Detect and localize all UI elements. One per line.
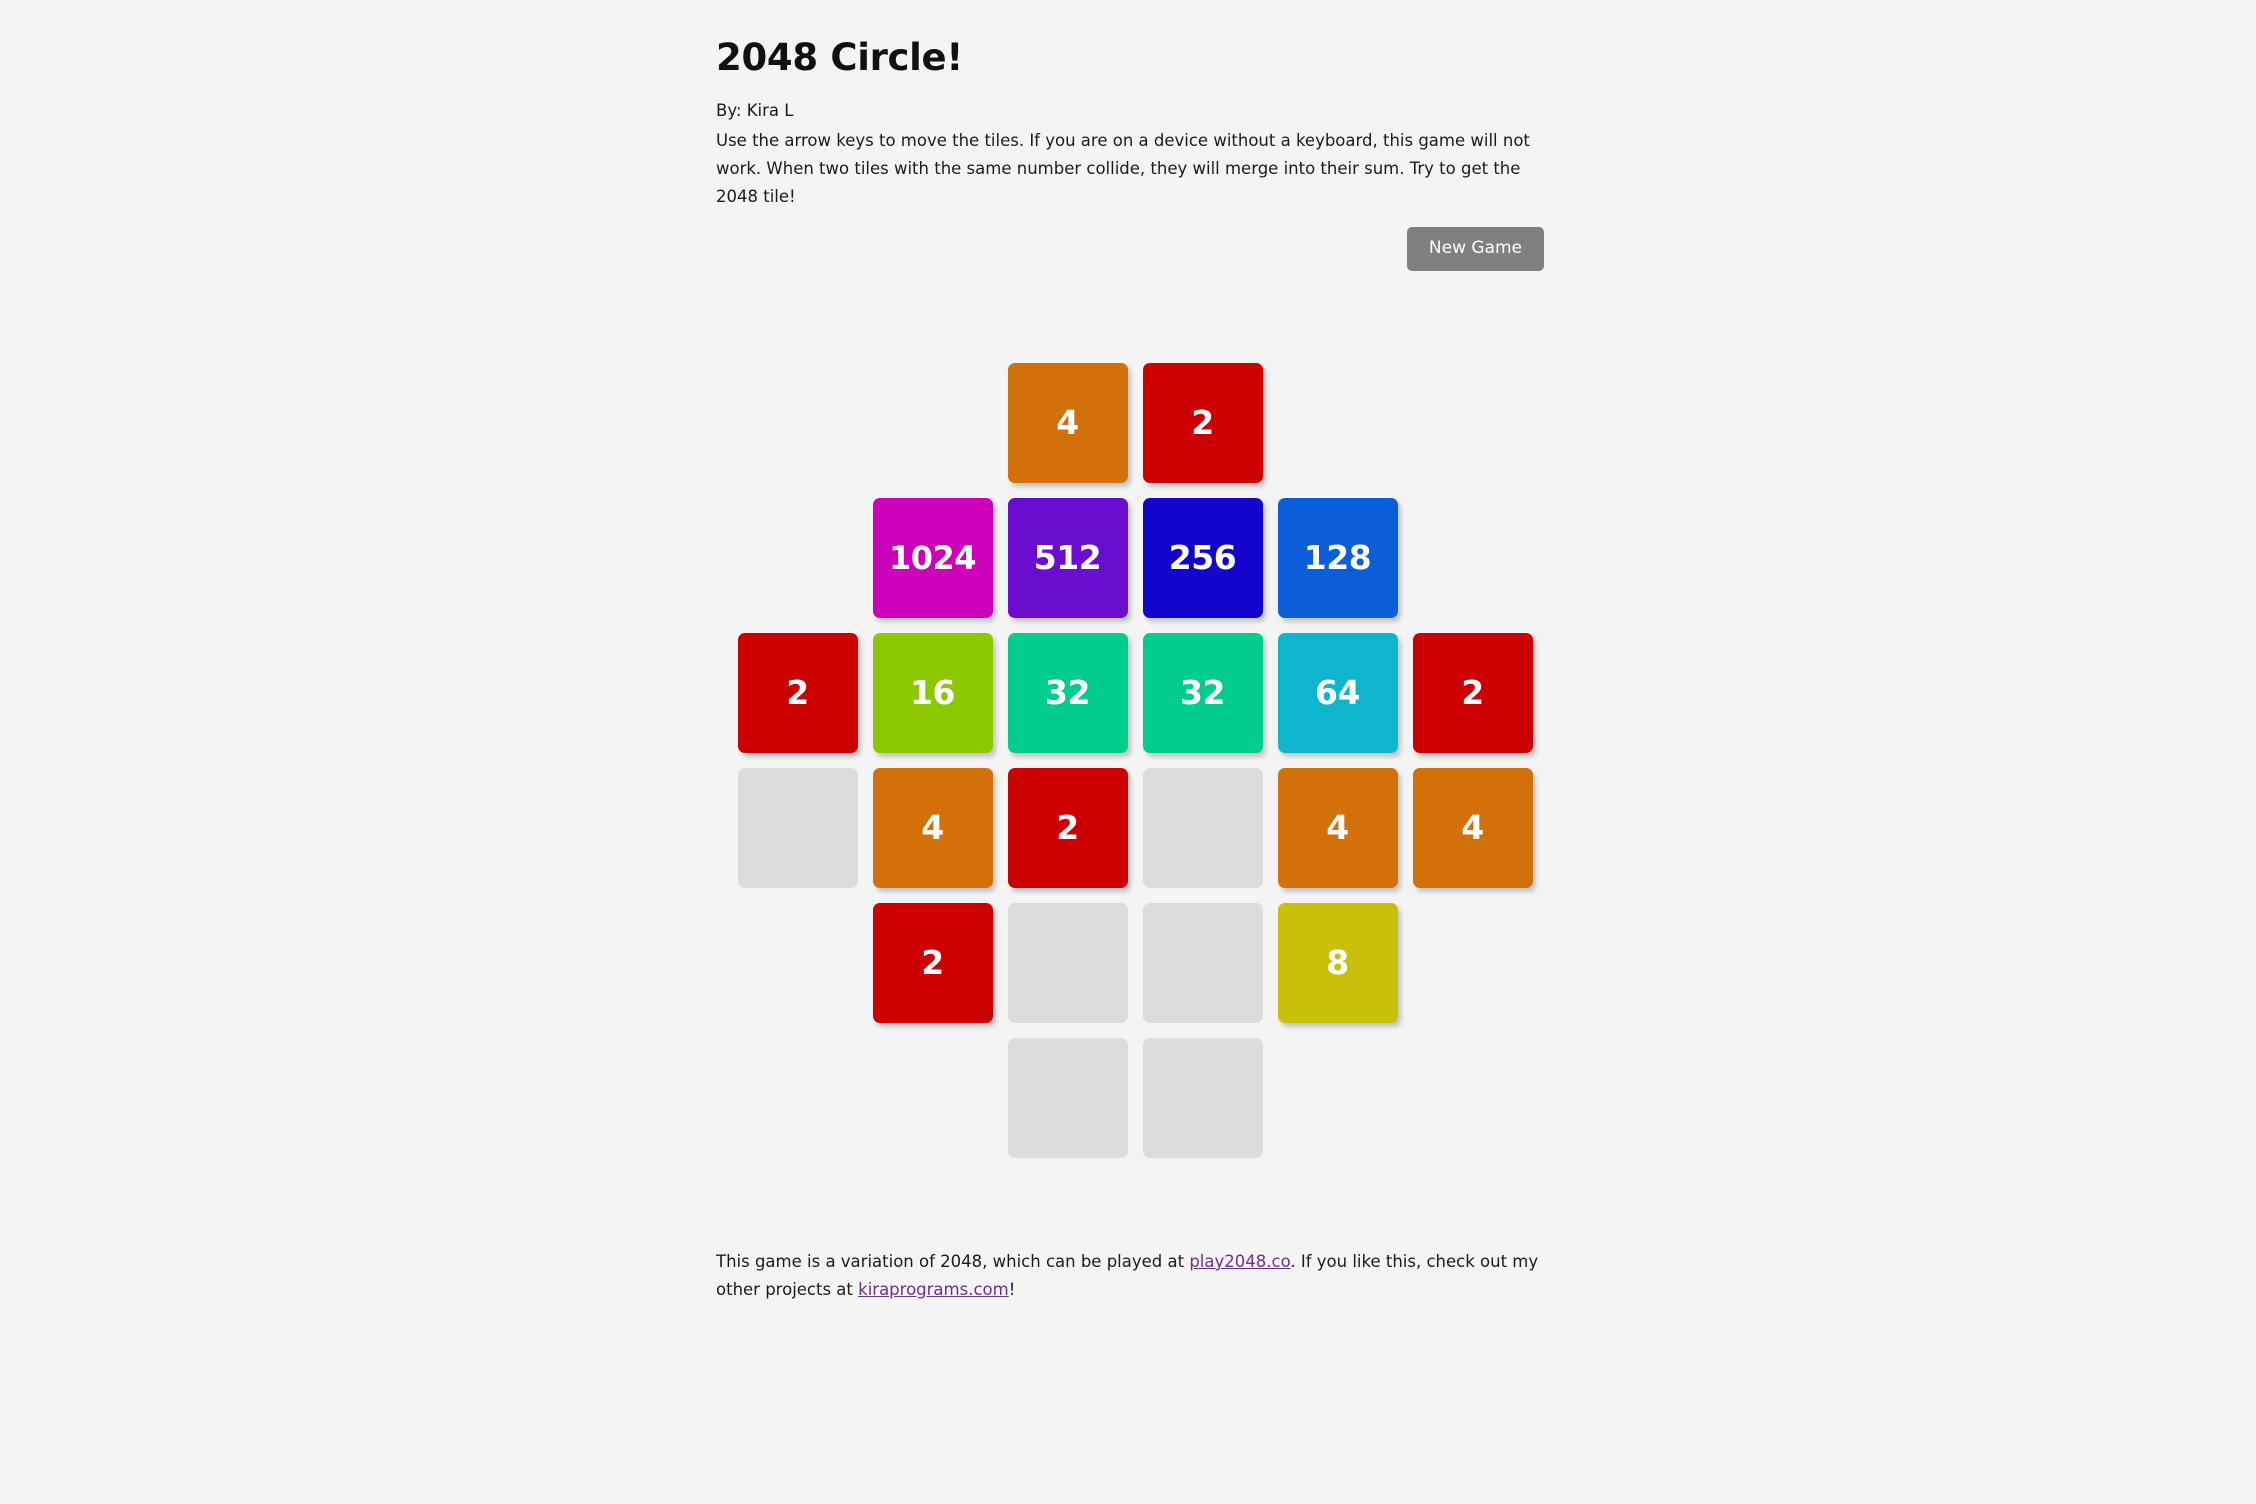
game-page: 2048 Circle! By: Kira L Use the arrow ke… xyxy=(0,0,2256,1504)
board-row: 28 xyxy=(730,895,1530,1030)
board-cell xyxy=(1000,895,1135,1030)
board-cell: 2 xyxy=(865,895,1000,1030)
tile-2: 2 xyxy=(1007,767,1128,888)
board-gap xyxy=(865,1030,1000,1165)
board-gap xyxy=(1405,1030,1540,1165)
tile-2: 2 xyxy=(1412,632,1533,753)
instructions-text: Use the arrow keys to move the tiles. If… xyxy=(716,131,1530,207)
play2048-link[interactable]: play2048.co xyxy=(1189,1252,1290,1271)
board-gap xyxy=(1405,490,1540,625)
tile-4: 4 xyxy=(872,767,993,888)
board-cell: 64 xyxy=(1270,625,1405,760)
board-gap xyxy=(1270,355,1405,490)
footer-text-part-1: This game is a variation of 2048, which … xyxy=(716,1252,1190,1271)
tile-4: 4 xyxy=(1412,767,1533,888)
board-cell xyxy=(730,760,865,895)
board-cell xyxy=(1000,1030,1135,1165)
board-gap xyxy=(730,490,865,625)
tile-2: 2 xyxy=(1142,362,1263,483)
author-byline: By: Kira L xyxy=(716,101,794,121)
tile-2: 2 xyxy=(872,902,993,1023)
board-cell: 16 xyxy=(865,625,1000,760)
board-cell: 2 xyxy=(1000,760,1135,895)
tile-256: 256 xyxy=(1142,497,1263,618)
board-gap xyxy=(730,895,865,1030)
board-gap xyxy=(730,355,865,490)
tile-empty xyxy=(1142,902,1263,1023)
kiraprograms-link[interactable]: kiraprograms.com xyxy=(858,1280,1009,1299)
board-cell xyxy=(1135,1030,1270,1165)
board-cell: 512 xyxy=(1000,490,1135,625)
board-cell xyxy=(1135,760,1270,895)
tile-32: 32 xyxy=(1007,632,1128,753)
tile-empty xyxy=(737,767,858,888)
tile-16: 16 xyxy=(872,632,993,753)
board-cell: 8 xyxy=(1270,895,1405,1030)
tile-64: 64 xyxy=(1277,632,1398,753)
tile-empty xyxy=(1007,902,1128,1023)
footer-text: This game is a variation of 2048, which … xyxy=(716,1248,1546,1303)
page-title: 2048 Circle! xyxy=(716,36,963,79)
game-board[interactable]: 4 2 1024 512 256 128 2 16 32 32 64 2 4 2 4 4 2 8 xyxy=(730,355,1533,1165)
tile-4: 4 xyxy=(1277,767,1398,888)
tile-32: 32 xyxy=(1142,632,1263,753)
board-gap xyxy=(865,355,1000,490)
board-cell: 256 xyxy=(1135,490,1270,625)
tile-empty xyxy=(1142,767,1263,888)
board-cell: 4 xyxy=(1405,760,1540,895)
board-cell: 1024 xyxy=(865,490,1000,625)
new-game-row: New Game xyxy=(716,211,1544,272)
board-cell: 2 xyxy=(1405,625,1540,760)
new-game-button[interactable]: New Game xyxy=(1406,227,1544,272)
tile-128: 128 xyxy=(1277,497,1398,618)
tile-empty xyxy=(1142,1037,1263,1158)
board-gap xyxy=(1405,895,1540,1030)
board-row: 42 xyxy=(730,355,1530,490)
board-cell: 2 xyxy=(730,625,865,760)
board-gap xyxy=(730,1030,865,1165)
board-cell: 4 xyxy=(865,760,1000,895)
tile-4: 4 xyxy=(1007,362,1128,483)
tile-512: 512 xyxy=(1007,497,1128,618)
tile-2: 2 xyxy=(737,632,858,753)
tile-8: 8 xyxy=(1277,902,1398,1023)
board-cell: 128 xyxy=(1270,490,1405,625)
board-row: 4244 xyxy=(730,760,1533,895)
tile-1024: 1024 xyxy=(872,497,993,618)
header-section: 2048 Circle! By: Kira L Use the arrow ke… xyxy=(716,0,1544,272)
board-cell: 32 xyxy=(1000,625,1135,760)
board-cell: 2 xyxy=(1135,355,1270,490)
board-row xyxy=(730,1030,1530,1165)
board-cell: 4 xyxy=(1270,760,1405,895)
board-row: 1024 512 256 128 xyxy=(730,490,1530,625)
board-row: 2 16 32 32 64 2 xyxy=(730,625,1533,760)
board-gap xyxy=(1405,355,1540,490)
board-cell xyxy=(1135,895,1270,1030)
footer-text-part-3: ! xyxy=(1008,1279,1016,1299)
board-cell: 32 xyxy=(1135,625,1270,760)
board-gap xyxy=(1270,1030,1405,1165)
board-cell: 4 xyxy=(1000,355,1135,490)
tile-empty xyxy=(1007,1037,1128,1158)
